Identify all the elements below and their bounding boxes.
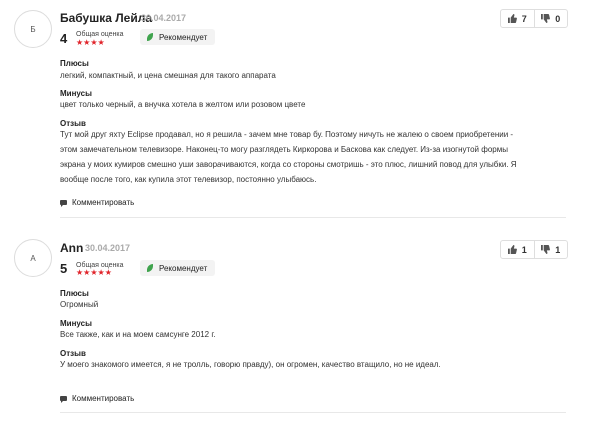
avatar: А — [14, 239, 52, 277]
cons-text: Все также, как и на моем самсунге 2012 г… — [60, 330, 216, 339]
thumb-up-icon — [507, 245, 517, 254]
review-card: А Ann 30.04.2017 1 1 5 Общая оценка ★★★★… — [0, 0, 600, 422]
like-count: 1 — [521, 244, 527, 255]
dislike-button[interactable]: 1 — [533, 241, 568, 258]
comment-label: Комментировать — [72, 394, 135, 403]
pros-text: Огромный — [60, 300, 99, 309]
vote-buttons: 1 1 — [500, 240, 568, 259]
review-text: У моего знакомого имеется, я не тролль, … — [60, 360, 441, 369]
recommend-label: Рекомендует — [159, 263, 208, 273]
dislike-count: 1 — [555, 244, 561, 255]
like-button[interactable]: 1 — [501, 241, 534, 258]
author-name: Ann — [60, 241, 84, 255]
divider — [60, 412, 566, 413]
comment-bubble-icon — [60, 396, 67, 403]
thumb-down-icon — [541, 245, 551, 254]
review-date: 30.04.2017 — [85, 243, 131, 253]
leaf-icon — [147, 264, 153, 272]
recommend-badge: Рекомендует — [140, 260, 216, 276]
rating-stars: ★★★★★ — [76, 268, 112, 277]
comment-button[interactable]: Комментировать — [60, 394, 134, 403]
rating-score: 5 — [60, 261, 68, 276]
